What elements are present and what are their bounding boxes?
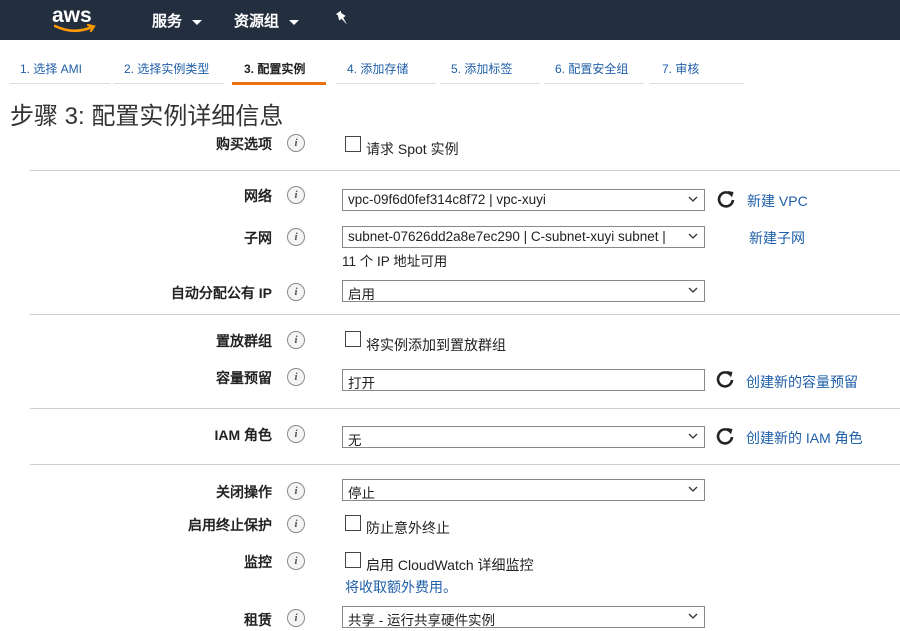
- step-underline: [544, 83, 644, 84]
- create-vpc-link[interactable]: 新建 VPC: [747, 191, 808, 211]
- chevron-down-icon: [688, 433, 698, 439]
- step-underline: [336, 83, 436, 84]
- step-tab-2[interactable]: 2. 选择实例类型: [114, 60, 224, 84]
- refresh-icon[interactable]: [716, 189, 736, 209]
- section-divider: [30, 464, 900, 465]
- info-icon[interactable]: i: [287, 552, 305, 570]
- iam-role-select-value: 无: [348, 433, 362, 448]
- public-ip-select[interactable]: 启用: [342, 280, 705, 302]
- placement-group-checkbox-label: 将实例添加到置放群组: [366, 337, 506, 353]
- termination-protection-label: 启用终止保护: [188, 517, 272, 533]
- subnet-select[interactable]: subnet-07626dd2a8e7ec290 | C-subnet-xuyi…: [342, 226, 705, 248]
- create-iam-role-link[interactable]: 创建新的 IAM 角色: [746, 428, 863, 448]
- iam-role-select[interactable]: 无: [342, 426, 705, 448]
- tenancy-label: 租赁: [244, 612, 272, 628]
- info-icon[interactable]: i: [287, 515, 305, 533]
- shutdown-behavior-label: 关闭操作: [216, 484, 272, 500]
- create-capacity-reservation-link[interactable]: 创建新的容量预留: [746, 372, 858, 392]
- step-underline: [10, 83, 110, 84]
- wizard-steps: 1. 选择 AMI 2. 选择实例类型 3. 配置实例 4. 添加存储 5. 添…: [0, 40, 900, 85]
- capacity-reservation-label: 容量预留: [216, 370, 272, 386]
- purchase-option-label: 购买选项: [216, 136, 272, 152]
- info-icon[interactable]: i: [287, 425, 305, 443]
- available-ip-count: 11 个 IP 地址可用: [342, 254, 448, 269]
- step-underline: [440, 83, 540, 84]
- refresh-icon[interactable]: [715, 426, 735, 446]
- placement-group-label: 置放群组: [216, 333, 272, 349]
- network-select-value: vpc-09f6d0fef314c8f72 | vpc-xuyi: [348, 192, 546, 207]
- monitoring-label: 监控: [244, 554, 272, 570]
- create-subnet-link[interactable]: 新建子网: [749, 228, 805, 248]
- info-icon[interactable]: i: [287, 368, 305, 386]
- additional-charges-note: 将收取额外费用。: [345, 579, 457, 595]
- info-icon[interactable]: i: [287, 331, 305, 349]
- step-underline: [114, 83, 224, 84]
- tenancy-select-value: 共享 - 运行共享硬件实例: [348, 613, 495, 628]
- pin-icon[interactable]: [335, 10, 351, 28]
- step-tab-7[interactable]: 7. 审核: [650, 60, 744, 84]
- chevron-down-icon: [289, 19, 300, 25]
- info-icon[interactable]: i: [287, 283, 305, 301]
- network-select[interactable]: vpc-09f6d0fef314c8f72 | vpc-xuyi: [342, 189, 705, 211]
- spot-instance-checkbox[interactable]: [345, 136, 361, 152]
- info-icon[interactable]: i: [287, 482, 305, 500]
- step-label: 7. 审核: [662, 62, 700, 76]
- step-tab-1[interactable]: 1. 选择 AMI: [10, 60, 110, 84]
- step-tab-4[interactable]: 4. 添加存储: [336, 60, 436, 84]
- tenancy-select[interactable]: 共享 - 运行共享硬件实例: [342, 606, 705, 628]
- iam-role-label: IAM 角色: [214, 427, 272, 443]
- refresh-icon[interactable]: [715, 369, 735, 389]
- step-underline: [650, 83, 744, 84]
- shutdown-behavior-select[interactable]: 停止: [342, 479, 705, 501]
- info-icon[interactable]: i: [287, 186, 305, 204]
- chevron-down-icon: [688, 196, 698, 202]
- subnet-select-value: subnet-07626dd2a8e7ec290 | C-subnet-xuyi…: [348, 229, 666, 244]
- services-menu[interactable]: 服务: [152, 10, 203, 31]
- chevron-down-icon: [688, 287, 698, 293]
- services-label: 服务: [152, 13, 183, 30]
- section-divider: [30, 170, 900, 171]
- aws-logo[interactable]: aws: [52, 4, 100, 36]
- resource-groups-label: 资源组: [234, 13, 280, 30]
- placement-group-checkbox[interactable]: [345, 331, 361, 347]
- step-label: 5. 添加标签: [451, 62, 513, 76]
- capacity-reservation-field[interactable]: 打开: [342, 369, 705, 391]
- chevron-down-icon: [192, 19, 203, 25]
- chevron-down-icon: [688, 613, 698, 619]
- step-tab-3[interactable]: 3. 配置实例: [232, 60, 326, 85]
- step-label: 3. 配置实例: [244, 62, 306, 76]
- public-ip-select-value: 启用: [348, 287, 375, 302]
- step-tab-5[interactable]: 5. 添加标签: [440, 60, 540, 84]
- network-label: 网络: [244, 188, 272, 204]
- step-label: 6. 配置安全组: [555, 62, 629, 76]
- spot-instance-label: 请求 Spot 实例: [366, 141, 459, 157]
- cloudwatch-monitoring-checkbox-label: 启用 CloudWatch 详细监控: [366, 557, 534, 573]
- step-tab-6[interactable]: 6. 配置安全组: [544, 60, 644, 84]
- section-divider: [30, 314, 900, 315]
- info-icon[interactable]: i: [287, 134, 305, 152]
- info-icon[interactable]: i: [287, 609, 305, 627]
- info-icon[interactable]: i: [287, 228, 305, 246]
- termination-protection-checkbox-label: 防止意外终止: [366, 520, 450, 536]
- resource-groups-menu[interactable]: 资源组: [234, 10, 300, 31]
- step-label: 1. 选择 AMI: [20, 62, 83, 76]
- cloudwatch-monitoring-checkbox[interactable]: [345, 552, 361, 568]
- chevron-down-icon: [688, 486, 698, 492]
- smile-arrow-icon: [54, 24, 96, 33]
- step-label: 2. 选择实例类型: [124, 62, 210, 76]
- chevron-down-icon: [688, 233, 698, 239]
- termination-protection-checkbox[interactable]: [345, 515, 361, 531]
- section-divider: [30, 408, 900, 409]
- step-underline-active: [232, 82, 326, 85]
- step-label: 4. 添加存储: [347, 62, 409, 76]
- public-ip-label: 自动分配公有 IP: [170, 285, 272, 301]
- top-nav-bar: aws 服务 资源组: [0, 0, 900, 40]
- subnet-label: 子网: [244, 230, 272, 246]
- shutdown-behavior-select-value: 停止: [348, 486, 375, 501]
- page-title: 步骤 3: 配置实例详细信息: [10, 103, 284, 130]
